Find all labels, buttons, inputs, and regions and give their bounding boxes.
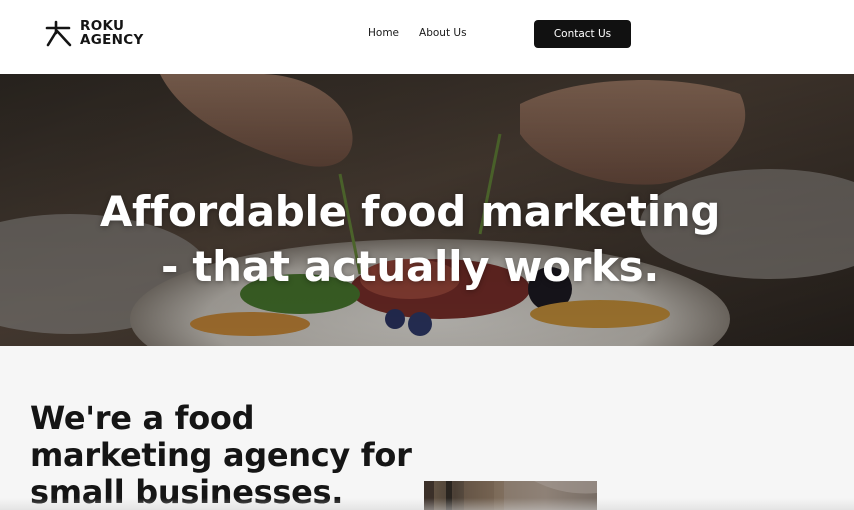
brand-name-line2: AGENCY [80, 32, 144, 48]
main-nav: Home About Us [368, 27, 467, 39]
brand-name-line1: ROKU [80, 18, 125, 34]
nav-item-about-us[interactable]: About Us [419, 27, 467, 39]
brand-logo[interactable]: ROKU AGENCY [44, 18, 144, 48]
stick-figure-icon [45, 20, 72, 47]
hero-section: Affordable food marketing - that actuall… [0, 74, 854, 346]
brand-name: ROKU AGENCY [80, 19, 144, 47]
page: ROKU AGENCY Home About Us Contact Us Aff… [0, 0, 854, 510]
hero-headline: Affordable food marketing - that actuall… [0, 184, 820, 294]
intro-heading-line1: We're a food [30, 399, 255, 437]
intro-heading-line2: marketing agency for [30, 436, 412, 474]
nav-item-home[interactable]: Home [368, 27, 399, 39]
intro-section: We're a food marketing agency for small … [0, 346, 854, 510]
bottom-fade [0, 498, 854, 510]
contact-us-button[interactable]: Contact Us [534, 20, 631, 48]
hero-headline-line1: Affordable food marketing [99, 187, 721, 237]
intro-heading: We're a food marketing agency for small … [30, 400, 412, 510]
site-header: ROKU AGENCY Home About Us Contact Us [0, 0, 854, 74]
hero-headline-line2: - that actually works. [160, 242, 660, 292]
